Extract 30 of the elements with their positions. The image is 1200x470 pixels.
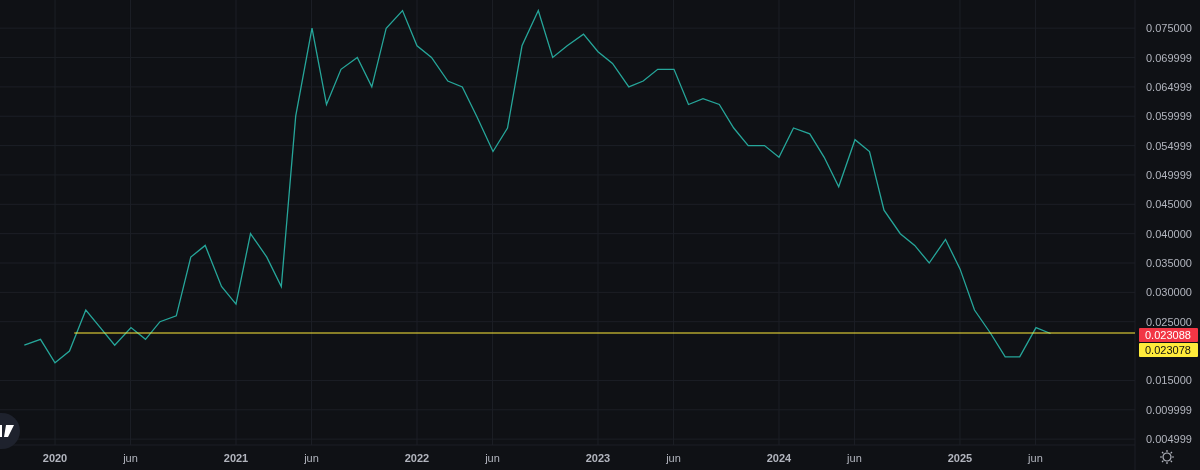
- date-label: jun: [123, 452, 138, 464]
- price-label: 0.049999: [1146, 168, 1192, 181]
- date-label: 2021: [223, 452, 249, 464]
- date-label: 2024: [766, 452, 792, 464]
- date-label: jun: [1028, 452, 1043, 464]
- date-label: jun: [485, 452, 500, 464]
- price-label: 0.009999: [1146, 403, 1192, 416]
- price-label: 0.035000: [1146, 257, 1192, 269]
- price-label: 0.064999: [1146, 80, 1192, 93]
- ref-line-label: 0.023078: [1145, 343, 1191, 356]
- date-label: jun: [666, 452, 681, 464]
- price-label: 0.069999: [1146, 51, 1192, 64]
- date-label: jun: [847, 452, 862, 464]
- price-label: 0.025000: [1146, 315, 1192, 328]
- price-label: 0.040000: [1146, 227, 1192, 240]
- price-label: 0.075000: [1146, 22, 1192, 35]
- date-label: jun: [304, 452, 319, 464]
- date-label: 2025: [947, 452, 973, 464]
- price-label: 0.059999: [1146, 110, 1192, 123]
- price-label: 0.015000: [1146, 374, 1192, 387]
- price-label: 0.054999: [1146, 139, 1192, 152]
- price-label: 0.004999: [1146, 433, 1192, 446]
- date-label: 2022: [404, 452, 430, 464]
- price-label: 0.045000: [1146, 198, 1192, 211]
- line-price-badge: 0.023078: [1139, 342, 1198, 357]
- last-price-badge: 0.023088: [1139, 327, 1198, 342]
- date-label: 2023: [585, 452, 611, 464]
- settings-icon[interactable]: [1159, 449, 1175, 465]
- price-label: 0.030000: [1146, 286, 1192, 299]
- date-label: 2020: [42, 452, 68, 464]
